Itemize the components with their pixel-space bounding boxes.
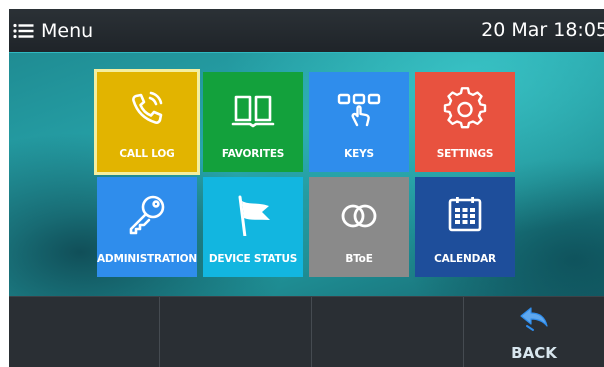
back-arrow-icon — [520, 307, 548, 331]
menu-button[interactable]: Menu — [9, 9, 93, 52]
keys-icon — [337, 93, 381, 127]
favorites-tile[interactable]: FAVORITES — [203, 72, 303, 172]
gear-icon — [443, 87, 487, 129]
call-log-tile[interactable]: CALL LOG — [97, 72, 197, 172]
tile-label: ADMINISTRATION — [97, 253, 197, 265]
tile-label: SETTINGS — [436, 148, 494, 160]
keys-tile[interactable]: KEYS — [309, 72, 409, 172]
book-icon — [231, 95, 275, 128]
softkey-bar: BACK — [9, 296, 604, 367]
date-time: 20 Mar 18:05 — [481, 19, 604, 41]
administration-tile[interactable]: ADMINISTRATION — [97, 177, 197, 277]
back-button[interactable]: BACK — [464, 297, 604, 367]
phone-icon — [132, 91, 163, 124]
key-icon — [129, 195, 165, 235]
tile-label: BToE — [345, 253, 373, 265]
softkey-2[interactable] — [160, 297, 312, 367]
status-bar: Menu 20 Mar 18:05 — [9, 9, 604, 52]
settings-tile[interactable]: SETTINGS — [415, 72, 515, 172]
tile-label: KEYS — [344, 148, 374, 160]
rings-icon — [341, 204, 377, 228]
menu-grid: CALL LOG FAVORITES KEYS SETTINGS ADMINIS… — [9, 52, 604, 296]
page-title: Menu — [41, 19, 94, 42]
flag-icon — [238, 195, 270, 236]
tile-label: FAVORITES — [221, 148, 285, 160]
softkey-1[interactable] — [9, 297, 160, 367]
softkey-3[interactable] — [312, 297, 464, 367]
tile-label: CALENDAR — [434, 253, 496, 265]
tile-label: DEVICE STATUS — [208, 253, 298, 265]
phone-screen: Menu 20 Mar 18:05 CALL LOG FAVORITES KEY… — [9, 9, 604, 367]
device-status-tile[interactable]: DEVICE STATUS — [203, 177, 303, 277]
hamburger-icon — [13, 23, 34, 38]
btoe-tile[interactable]: BToE — [309, 177, 409, 277]
calendar-tile[interactable]: CALENDAR — [415, 177, 515, 277]
calendar-icon — [448, 197, 482, 232]
tile-label: CALL LOG — [119, 148, 175, 160]
back-label: BACK — [511, 344, 557, 362]
